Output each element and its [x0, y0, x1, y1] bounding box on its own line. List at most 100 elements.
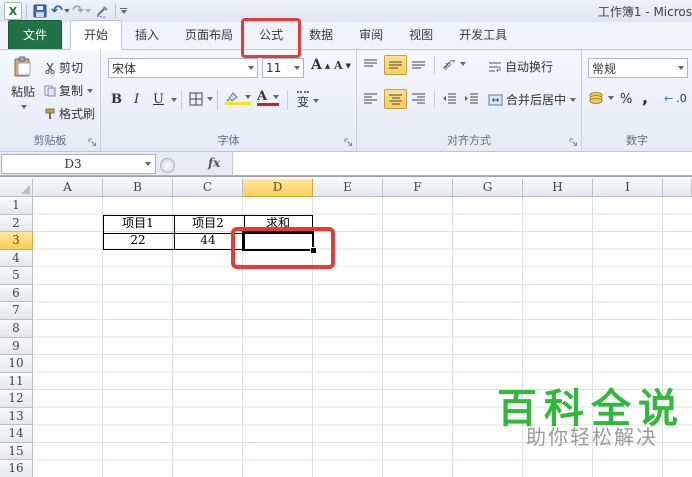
formula-input[interactable]: [232, 152, 692, 175]
name-box[interactable]: D3: [1, 154, 156, 174]
italic-button[interactable]: I: [134, 92, 139, 107]
grid-cell-C3[interactable]: 44: [173, 232, 243, 250]
column-header-I[interactable]: I: [593, 179, 663, 197]
tools-icon: [97, 6, 108, 18]
tab-data[interactable]: 数据: [296, 21, 346, 49]
align-middle-button[interactable]: [384, 55, 407, 75]
tab-review[interactable]: 审阅: [346, 21, 396, 49]
tab-file[interactable]: 文件: [8, 20, 63, 49]
redo-button[interactable]: ↷: [72, 3, 91, 20]
format-painter-label: 格式刷: [59, 107, 96, 121]
column-header-A[interactable]: A: [33, 179, 103, 197]
column-header-D[interactable]: D: [243, 179, 313, 197]
column-header-F[interactable]: F: [383, 179, 453, 197]
row-header-15[interactable]: 15: [0, 442, 33, 461]
tab-home[interactable]: 开始: [70, 20, 123, 50]
phonetic-button[interactable]: 变: [297, 91, 320, 110]
wrap-text-label: 自动换行: [505, 60, 554, 74]
underline-button[interactable]: U: [153, 92, 177, 107]
row-header-12[interactable]: 12: [0, 390, 33, 408]
qat-customize-button[interactable]: [120, 8, 127, 14]
alignment-dialog-launcher[interactable]: [569, 138, 578, 147]
align-right-button[interactable]: [411, 92, 426, 104]
column-header-H[interactable]: H: [523, 179, 593, 197]
fill-handle[interactable]: [310, 246, 317, 254]
grid-cell-D2[interactable]: 求和: [243, 215, 313, 233]
clipboard-dialog-launcher[interactable]: [88, 138, 97, 147]
tab-view[interactable]: 视图: [396, 21, 446, 49]
column-header-B[interactable]: B: [103, 179, 173, 197]
font-name-combo[interactable]: 宋体: [108, 58, 258, 78]
formula-bar-button[interactable]: [160, 158, 175, 173]
name-box-dropdown[interactable]: [145, 162, 151, 166]
column-header-E[interactable]: E: [313, 179, 383, 197]
chevron-down-icon: [248, 66, 254, 70]
row-header-13[interactable]: 13: [0, 407, 33, 426]
accounting-icon: [589, 92, 603, 104]
borders-button[interactable]: [189, 92, 213, 106]
tab-page-layout[interactable]: 页面布局: [172, 21, 246, 49]
group-font: 宋体 11 A ▲ A ▼ B I U A 变 字体: [101, 50, 357, 151]
comma-button[interactable]: ,: [642, 88, 648, 107]
row-header-8[interactable]: 8: [0, 319, 33, 338]
insert-function-button[interactable]: fx: [208, 156, 220, 170]
grid-cell-B3[interactable]: 22: [103, 232, 173, 250]
grid-cell-C2[interactable]: 项目2: [173, 215, 243, 233]
bold-label: B: [111, 92, 122, 107]
row-header-14[interactable]: 14: [0, 425, 33, 443]
paste-button[interactable]: 粘贴: [6, 56, 40, 109]
copy-icon: [44, 85, 56, 96]
row-header-16[interactable]: 16: [0, 460, 33, 477]
merge-center-button[interactable]: 合并后居中: [488, 91, 577, 108]
percent-button[interactable]: %: [620, 92, 632, 107]
fill-color-button[interactable]: [225, 91, 251, 105]
align-top-button[interactable]: [363, 58, 378, 70]
column-header-partial[interactable]: [663, 179, 692, 197]
select-all-button[interactable]: [0, 179, 33, 197]
decrease-indent-button[interactable]: [442, 92, 457, 104]
save-button[interactable]: [31, 3, 48, 20]
ribbon: 粘贴 剪切 复制 格式刷 剪贴板 宋体 11 A ▲ A ▼ B I U A 变…: [0, 50, 692, 152]
row-header-2[interactable]: 2: [0, 214, 33, 233]
tab-label: 开发工具: [459, 28, 508, 42]
undo-button[interactable]: ↶: [51, 3, 70, 20]
row-header-1[interactable]: 1: [0, 197, 33, 215]
grow-font-button[interactable]: A ▲: [311, 57, 330, 73]
row-header-11[interactable]: 11: [0, 372, 33, 391]
copy-button[interactable]: 复制: [44, 82, 94, 99]
wrap-text-button[interactable]: 自动换行: [488, 58, 553, 75]
number-format-combo[interactable]: 常规: [588, 58, 688, 78]
bold-button[interactable]: B: [111, 92, 122, 107]
font-dialog-launcher[interactable]: [344, 138, 353, 147]
row-header-10[interactable]: 10: [0, 355, 33, 373]
row-header-3[interactable]: 3: [0, 232, 33, 250]
undo-icon: ↶: [51, 3, 63, 19]
row-header-4[interactable]: 4: [0, 249, 33, 268]
group-number: 常规 % , ← .0 数字: [582, 50, 692, 151]
column-header-G[interactable]: G: [453, 179, 523, 197]
tab-insert[interactable]: 插入: [122, 21, 172, 49]
align-center-button[interactable]: [384, 89, 407, 109]
format-painter-icon: [45, 108, 55, 119]
tools-button[interactable]: [94, 3, 111, 20]
cut-button[interactable]: 剪切: [44, 59, 83, 76]
tab-formulas[interactable]: 公式: [241, 18, 302, 58]
row-header-6[interactable]: 6: [0, 284, 33, 303]
row-header-7[interactable]: 7: [0, 302, 33, 320]
shrink-font-button[interactable]: A ▼: [334, 59, 351, 72]
row-header-5[interactable]: 5: [0, 267, 33, 285]
align-bottom-button[interactable]: [411, 58, 426, 70]
align-left-button[interactable]: [363, 92, 378, 104]
increase-indent-button[interactable]: [464, 92, 479, 104]
row-header-9[interactable]: 9: [0, 337, 33, 356]
orientation-button[interactable]: ab: [442, 57, 466, 70]
grid-cell-B2[interactable]: 项目1: [103, 215, 173, 233]
increase-decimal-button[interactable]: ← .0: [664, 92, 687, 105]
accounting-format-button[interactable]: [588, 91, 614, 105]
font-size-combo[interactable]: 11: [262, 58, 304, 78]
font-color-button[interactable]: A: [257, 90, 280, 106]
column-header-C[interactable]: C: [173, 179, 243, 197]
tab-developer[interactable]: 开发工具: [446, 21, 520, 49]
format-painter-button[interactable]: 格式刷: [44, 105, 95, 122]
redo-icon: ↷: [72, 3, 84, 19]
